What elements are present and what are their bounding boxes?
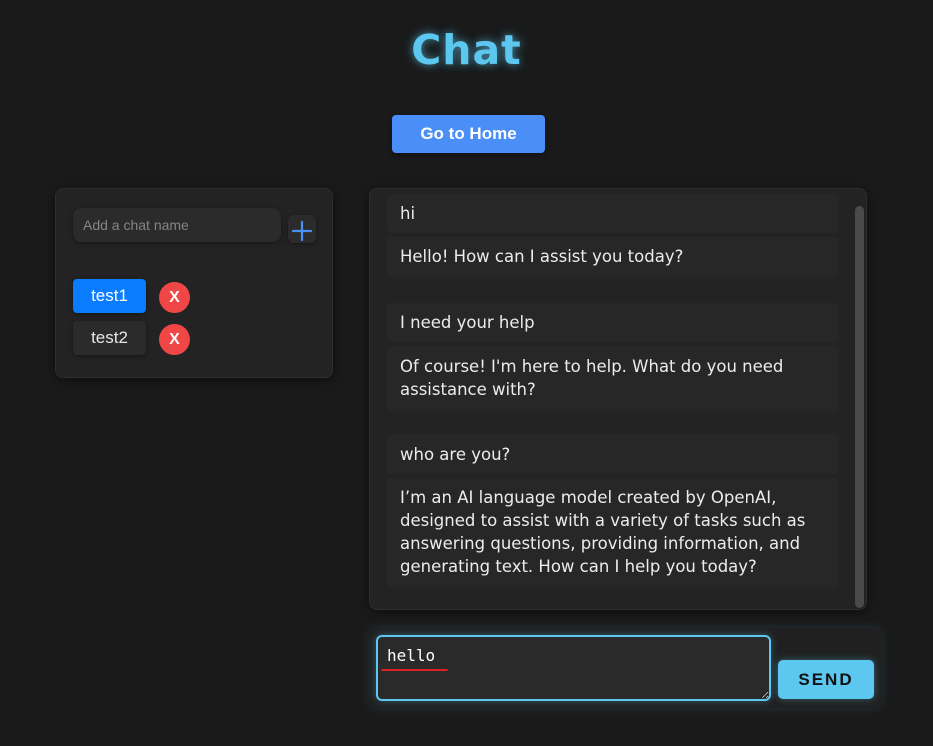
delete-chat-test1-button[interactable]: X	[159, 282, 190, 313]
page-title: Chat	[411, 26, 522, 74]
go-to-home-button[interactable]: Go to Home	[392, 115, 545, 153]
user-message: who are you?	[387, 434, 839, 474]
chat-list-panel: test1 X test2 X	[55, 188, 333, 378]
assistant-message: I’m an AI language model created by Open…	[387, 478, 839, 587]
chat-tab-test1[interactable]: test1	[73, 279, 146, 313]
assistant-message: Of course! I'm here to help. What do you…	[387, 346, 839, 411]
plus-icon	[291, 220, 313, 241]
send-button[interactable]: SEND	[778, 660, 874, 699]
user-message: hi	[387, 194, 839, 233]
add-chat-button[interactable]	[288, 215, 316, 243]
chat-name-input[interactable]	[73, 208, 281, 242]
chat-tab-test2[interactable]: test2	[73, 321, 146, 355]
assistant-message: Hello! How can I assist you today?	[387, 237, 839, 277]
spellcheck-underline	[381, 666, 448, 671]
scrollbar-thumb[interactable]	[855, 206, 864, 608]
message-list-scrollbar[interactable]	[854, 189, 866, 609]
message-list[interactable]: hi Hello! How can I assist you today? I …	[369, 188, 867, 610]
delete-chat-test2-button[interactable]: X	[159, 324, 190, 355]
chat-page: Chat Go to Home test1 X test2 X hi Hello…	[0, 0, 933, 746]
user-message: I need your help	[387, 303, 839, 342]
